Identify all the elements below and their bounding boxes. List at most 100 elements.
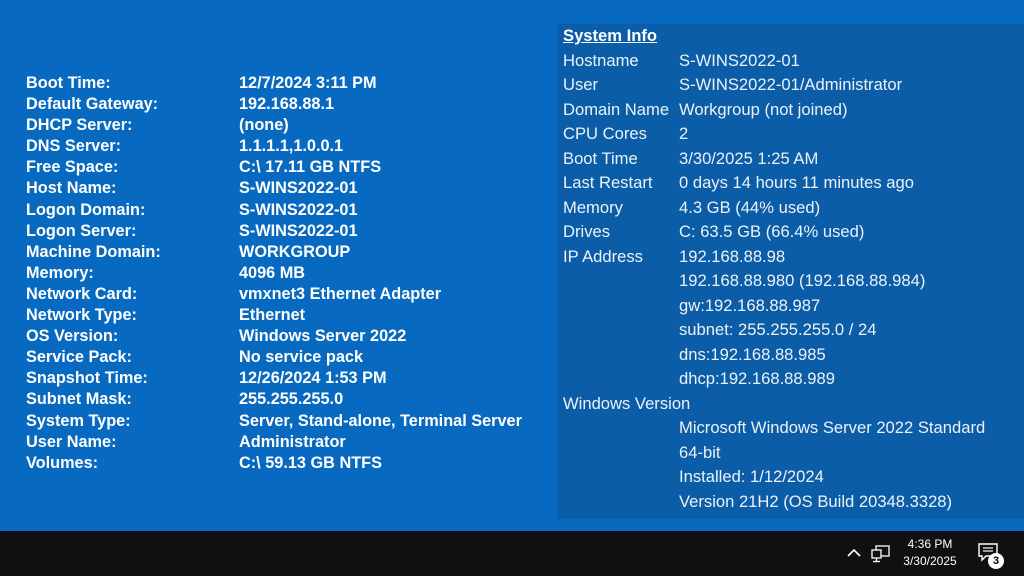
bginfo-value: Server, Stand-alone, Terminal Server <box>239 411 522 430</box>
bginfo-label: Logon Server: <box>26 221 137 240</box>
system-info-label: Drives <box>563 222 611 241</box>
system-info-label: Memory <box>563 197 623 217</box>
bginfo-row: Service Pack: No service pack <box>26 347 556 368</box>
bginfo-row: Boot Time: 12/7/2024 3:11 PM <box>26 73 556 94</box>
windows-detail-line: Installed: 1/12/2024 <box>679 467 824 486</box>
taskbar-clock[interactable]: 4:36 PM 3/30/2025 <box>893 536 967 570</box>
system-info-value: Workgroup (not joined) <box>679 99 848 119</box>
system-info-value: 2 <box>679 124 689 143</box>
bginfo-value: 4096 MB <box>239 263 306 282</box>
bginfo-row: Free Space: C:\ 17.11 GB NTFS <box>26 157 556 178</box>
bginfo-label: System Type: <box>26 411 131 430</box>
bginfo-label: Default Gateway: <box>26 95 159 114</box>
bginfo-label: Snapshot Time: <box>26 369 148 388</box>
bginfo-value: No service pack <box>239 348 363 367</box>
bginfo-label: Network Type: <box>26 306 137 325</box>
system-info-value: C: 63.5 GB (66.4% used) <box>679 222 865 241</box>
bginfo-label: Volumes: <box>26 453 99 472</box>
system-info-label: CPU Cores <box>563 124 647 143</box>
bginfo-value: 1.1.1.1,1.0.0.1 <box>239 137 344 156</box>
bginfo-row: DNS Server: 1.1.1.1,1.0.0.1 <box>26 136 556 157</box>
bginfo-row: Subnet Mask: 255.255.255.0 <box>26 389 556 410</box>
system-info-row: Last Restart 0 days 14 hours 11 minutes a… <box>563 171 1024 196</box>
bginfo-row: Memory: 4096 MB <box>26 263 556 284</box>
bginfo-row: System Type: Server, Stand-alone, Termina… <box>26 411 556 432</box>
bginfo-value: S-WINS2022-01 <box>239 200 358 219</box>
clock-date: 3/30/2025 <box>903 554 957 568</box>
system-info-row: User S-WINS2022-01/Administrator <box>563 73 1024 98</box>
system-info-row: Boot Time 3/30/2025 1:25 AM <box>563 147 1024 172</box>
windows-detail-line: Version 21H2 (OS Build 20348.3328) <box>679 491 953 511</box>
system-info-value: 0 days 14 hours 11 minutes ago <box>679 173 914 192</box>
chevron-up-icon[interactable] <box>845 544 863 562</box>
system-info-value: 4.3 GB (44% used) <box>679 197 821 217</box>
taskbar: 4:36 PM 3/30/2025 3 <box>0 531 1024 576</box>
bginfo-row: Host Name: S-WINS2022-01 <box>26 178 556 199</box>
system-info-label: Boot Time <box>563 148 638 168</box>
system-info-label: IP Address <box>563 246 643 266</box>
network-icon[interactable] <box>870 544 892 564</box>
bginfo-value: 255.255.255.0 <box>239 390 344 409</box>
bginfo-label: Memory: <box>26 263 94 282</box>
windows-detail-line: 64-bit <box>679 442 721 462</box>
bginfo-label: DHCP Server: <box>26 116 133 135</box>
ip-detail-line: dns:192.168.88.985 <box>679 344 826 364</box>
system-info-label: Domain Name <box>563 99 670 119</box>
ip-detail-line: gw:192.168.88.987 <box>679 295 821 315</box>
ip-detail-line: subnet: 255.255.255.0 / 24 <box>679 320 877 339</box>
system-info-row: Hostname S-WINS2022-01 <box>563 49 1024 74</box>
bginfo-value: 192.168.88.1 <box>239 95 335 114</box>
bginfo-row: Volumes: C:\ 59.13 GB NTFS <box>26 453 556 474</box>
system-info-row: Drives C: 63.5 GB (66.4% used) <box>563 220 1024 245</box>
system-info-value: 192.168.88.98 <box>679 246 786 266</box>
bginfo-row: Network Type: Ethernet <box>26 305 556 326</box>
bginfo-value: S-WINS2022-01 <box>239 179 358 198</box>
bginfo-label: DNS Server: <box>26 137 122 156</box>
system-info-value: S-WINS2022-01 <box>679 50 800 70</box>
system-info-title: System Info <box>563 26 658 45</box>
bginfo-value: Ethernet <box>239 306 306 325</box>
bginfo-label: Free Space: <box>26 158 119 177</box>
bginfo-value: S-WINS2022-01 <box>239 221 358 240</box>
bginfo-value: C:\ 17.11 GB NTFS <box>239 158 382 177</box>
bginfo-label: OS Version: <box>26 327 119 346</box>
system-info-row: IP Address 192.168.88.98 <box>563 245 1024 270</box>
bginfo-row: Machine Domain: WORKGROUP <box>26 242 556 263</box>
ip-detail-line: dhcp:192.168.88.989 <box>679 369 835 388</box>
bginfo-label: Network Card: <box>26 284 138 303</box>
bginfo-row: User Name: Administrator <box>26 432 556 453</box>
bginfo-value: 12/7/2024 3:11 PM <box>239 74 377 92</box>
bginfo-label: Boot Time: <box>26 74 111 92</box>
bginfo-row: Default Gateway: 192.168.88.1 <box>26 94 556 115</box>
bginfo-row: DHCP Server: (none) <box>26 115 556 136</box>
bginfo-label: Subnet Mask: <box>26 390 132 409</box>
bginfo-value: C:\ 59.13 GB NTFS <box>239 453 382 472</box>
bginfo-row: Logon Domain: S-WINS2022-01 <box>26 200 556 221</box>
bginfo-value: Windows Server 2022 <box>239 327 407 346</box>
bginfo-value: 12/26/2024 1:53 PM <box>239 369 387 388</box>
clock-time: 4:36 PM <box>907 537 953 551</box>
system-info-label: User <box>563 75 599 94</box>
bginfo-label: Service Pack: <box>26 348 132 367</box>
bginfo-row: Logon Server: S-WINS2022-01 <box>26 221 556 242</box>
notification-count-badge: 3 <box>988 553 1004 569</box>
bginfo-value: Administrator <box>239 432 346 451</box>
bginfo-label: User Name: <box>26 432 117 451</box>
bginfo-panel: Boot Time: 12/7/2024 3:11 PM Default Gate… <box>26 73 556 474</box>
system-info-label: Last Restart <box>563 173 653 192</box>
bginfo-value: (none) <box>239 116 289 135</box>
bginfo-label: Machine Domain: <box>26 242 161 261</box>
system-info-label: Hostname <box>563 50 639 70</box>
bginfo-row: Snapshot Time: 12/26/2024 1:53 PM <box>26 368 556 389</box>
system-info-value: 3/30/2025 1:25 AM <box>679 148 819 168</box>
ip-detail-line: 192.168.88.980 (192.168.88.984) <box>679 271 926 290</box>
system-info-row: Memory 4.3 GB (44% used) <box>563 196 1024 221</box>
bginfo-row: OS Version: Windows Server 2022 <box>26 326 556 347</box>
bginfo-label: Host Name: <box>26 179 117 198</box>
system-info-row: Domain Name Workgroup (not joined) <box>563 98 1024 123</box>
windows-detail-line: Microsoft Windows Server 2022 Standard <box>679 418 986 437</box>
bginfo-row: Network Card: vmxnet3 Ethernet Adapter <box>26 284 556 305</box>
system-info-panel: System Info Hostname S-WINS2022-01 User S-… <box>558 24 1024 519</box>
system-info-value: S-WINS2022-01/Administrator <box>679 75 903 94</box>
bginfo-label: Logon Domain: <box>26 200 146 219</box>
